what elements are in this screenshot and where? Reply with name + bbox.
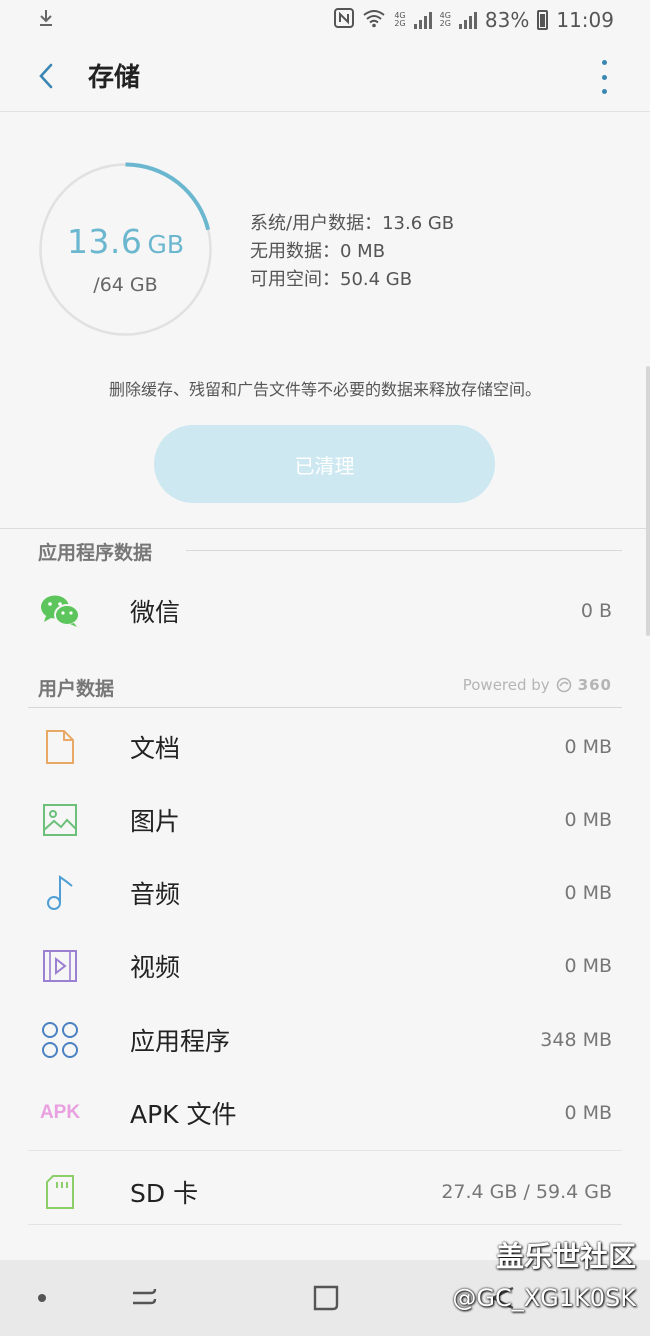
video-icon [40, 949, 80, 983]
signal-icon [458, 11, 477, 29]
list-item-label: 应用程序 [130, 1027, 231, 1056]
clean-hint: 删除缓存、残留和广告文件等不必要的数据来释放存储空间。 [108, 380, 541, 399]
360-logo-icon [556, 677, 571, 693]
brand-360: 360 [577, 676, 612, 694]
list-item-sd-card[interactable]: SD 卡 27.4 GB / 59.4 GB [28, 1156, 622, 1228]
music-icon [40, 874, 80, 912]
list-item-label: APK 文件 [130, 1100, 237, 1129]
nav-recents-button[interactable] [126, 1280, 162, 1316]
network-label: 2G [394, 19, 406, 28]
battery-icon [537, 10, 549, 30]
scroll-indicator[interactable] [646, 366, 650, 636]
storage-used-unit: GB [147, 230, 185, 259]
list-item-apps[interactable]: 应用程序 348 MB [28, 1004, 622, 1076]
clock: 11:09 [556, 8, 614, 32]
more-vert-icon [601, 60, 607, 65]
section-divider [186, 550, 622, 551]
list-item-value: 0 MB [564, 955, 612, 977]
wechat-icon [40, 594, 80, 628]
list-item-value: 27.4 GB / 59.4 GB [441, 1181, 612, 1203]
apk-icon-text: APK [39, 1102, 81, 1123]
section-header-app-data: 应用程序数据 [38, 542, 153, 564]
home-icon [313, 1285, 339, 1311]
list-item-value: 0 MB [564, 1102, 612, 1124]
sd-card-icon [40, 1174, 80, 1210]
storage-used-value: 13.6 [66, 222, 143, 261]
stat-available-space: 可用空间：50.4 GB [250, 269, 413, 290]
network-type-b: 4G 2G [440, 12, 451, 28]
list-item-images[interactable]: 图片 0 MB [28, 784, 622, 856]
list-item-value: 0 MB [564, 736, 612, 758]
back-button[interactable] [26, 56, 66, 96]
powered-by-label: Powered by [462, 676, 550, 694]
signal-icon [413, 11, 432, 29]
list-item-label: 微信 [130, 598, 181, 627]
storage-total: /64 GB [93, 274, 158, 296]
document-icon [40, 729, 80, 765]
powered-by-360: Powered by 360 [463, 676, 612, 694]
watermark-title: 盖乐世社区 [495, 1240, 636, 1273]
list-item-label: SD 卡 [130, 1179, 199, 1208]
list-item-label: 文档 [130, 734, 181, 763]
list-item-value: 0 MB [564, 809, 612, 831]
apps-icon [40, 1021, 80, 1059]
list-divider [28, 1150, 622, 1151]
list-item-wechat[interactable]: 微信 0 B [28, 575, 622, 647]
network-label: 2G [439, 19, 451, 28]
divider [0, 528, 650, 529]
list-item-documents[interactable]: 文档 0 MB [28, 711, 622, 783]
storage-stats: 系统/用户数据：13.6 GB 无用数据：0 MB 可用空间：50.4 GB [250, 210, 454, 294]
apk-icon: APK [40, 1102, 80, 1124]
network-type-a: 4G 2G [394, 12, 405, 28]
stat-junk-data: 无用数据：0 MB [250, 241, 386, 262]
download-icon [38, 8, 54, 33]
list-item-audio[interactable]: 音频 0 MB [28, 857, 622, 929]
clean-button[interactable]: 已清理 [154, 425, 495, 503]
nav-dot-button[interactable] [24, 1280, 60, 1316]
back-arrow-icon [39, 63, 53, 88]
battery-percent: 83% [484, 8, 530, 32]
page-title: 存储 [88, 63, 141, 93]
image-icon [40, 803, 80, 837]
dot-icon [38, 1294, 46, 1302]
list-item-value: 0 B [580, 600, 612, 622]
more-options-button[interactable] [594, 60, 614, 94]
status-bar: 4G 2G 4G 2G 83% 11:09 [0, 0, 650, 40]
storage-used: 13.6 GB [38, 222, 213, 261]
list-item-label: 音频 [130, 880, 181, 909]
app-bar: 存储 [0, 40, 650, 112]
status-right: 4G 2G 4G 2G 83% 11:09 [334, 7, 614, 33]
list-item-apk-files[interactable]: APK APK 文件 0 MB [28, 1077, 622, 1149]
section-divider [28, 707, 622, 708]
wifi-icon [362, 8, 386, 33]
list-divider [28, 1224, 622, 1225]
stat-system-user-data: 系统/用户数据：13.6 GB [250, 213, 455, 234]
section-header-user-data: 用户数据 [38, 678, 115, 700]
list-item-value: 0 MB [564, 882, 612, 904]
list-item-value: 348 MB [540, 1029, 612, 1051]
nav-home-button[interactable] [308, 1280, 344, 1316]
nfc-icon [334, 7, 355, 33]
recents-icon [133, 1288, 157, 1305]
list-item-video[interactable]: 视频 0 MB [28, 930, 622, 1002]
list-item-label: 视频 [130, 953, 181, 982]
watermark-handle: @GC_XG1K0SK [452, 1284, 636, 1312]
list-item-label: 图片 [130, 807, 181, 836]
